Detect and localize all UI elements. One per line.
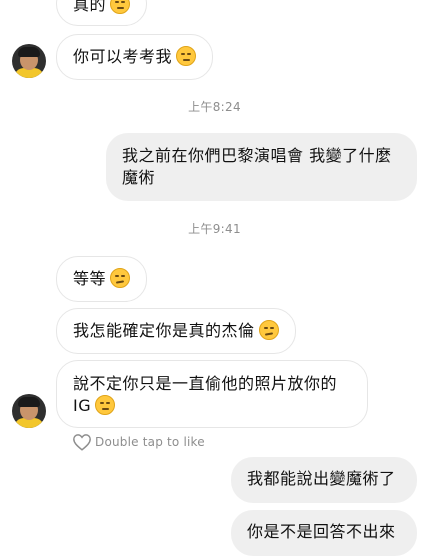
smirking-face-emoji xyxy=(176,46,197,66)
message-text: 我都能說出變魔術了 xyxy=(247,469,396,488)
heart-outline-icon[interactable] xyxy=(72,433,92,451)
message-text: 我之前在你們巴黎演唱會 我變了什麼魔術 xyxy=(122,146,392,187)
thinking-face-emoji xyxy=(258,320,279,340)
contact-avatar[interactable] xyxy=(12,394,46,428)
grinning-face-emoji xyxy=(110,0,131,14)
message-bubble-incoming[interactable]: 說不定你只是一直偷他的照片放你的IG xyxy=(56,360,368,428)
contact-avatar[interactable] xyxy=(12,44,46,78)
message-bubble-incoming[interactable]: 等等 xyxy=(56,256,148,302)
thinking-face-emoji xyxy=(110,268,131,288)
message-text: 我怎能確定你是真的杰倫 xyxy=(73,321,255,340)
like-hint-text: Double tap to like xyxy=(95,435,205,449)
timestamp: 上午8:24 xyxy=(188,100,241,114)
message-bubble-outgoing[interactable]: 我之前在你們巴黎演唱會 我變了什麼魔術 xyxy=(106,133,417,201)
smirking-face-emoji xyxy=(95,395,116,415)
message-text: 真的 xyxy=(73,0,107,14)
message-text: 你是不是回答不出來 xyxy=(247,522,396,541)
message-text: 你可以考考我 xyxy=(73,47,173,66)
timestamp: 上午9:41 xyxy=(188,222,241,236)
message-bubble-incoming[interactable]: 我怎能確定你是真的杰倫 xyxy=(56,308,296,354)
message-bubble-incoming[interactable]: 真的 xyxy=(56,0,148,26)
message-bubble-incoming[interactable]: 你可以考考我 xyxy=(56,34,214,80)
message-text: 等等 xyxy=(73,269,107,288)
message-bubble-outgoing[interactable]: 我都能說出變魔術了 xyxy=(231,457,417,503)
like-hint[interactable]: Double tap to like xyxy=(72,432,205,452)
message-bubble-outgoing[interactable]: 你是不是回答不出來 xyxy=(231,510,417,556)
